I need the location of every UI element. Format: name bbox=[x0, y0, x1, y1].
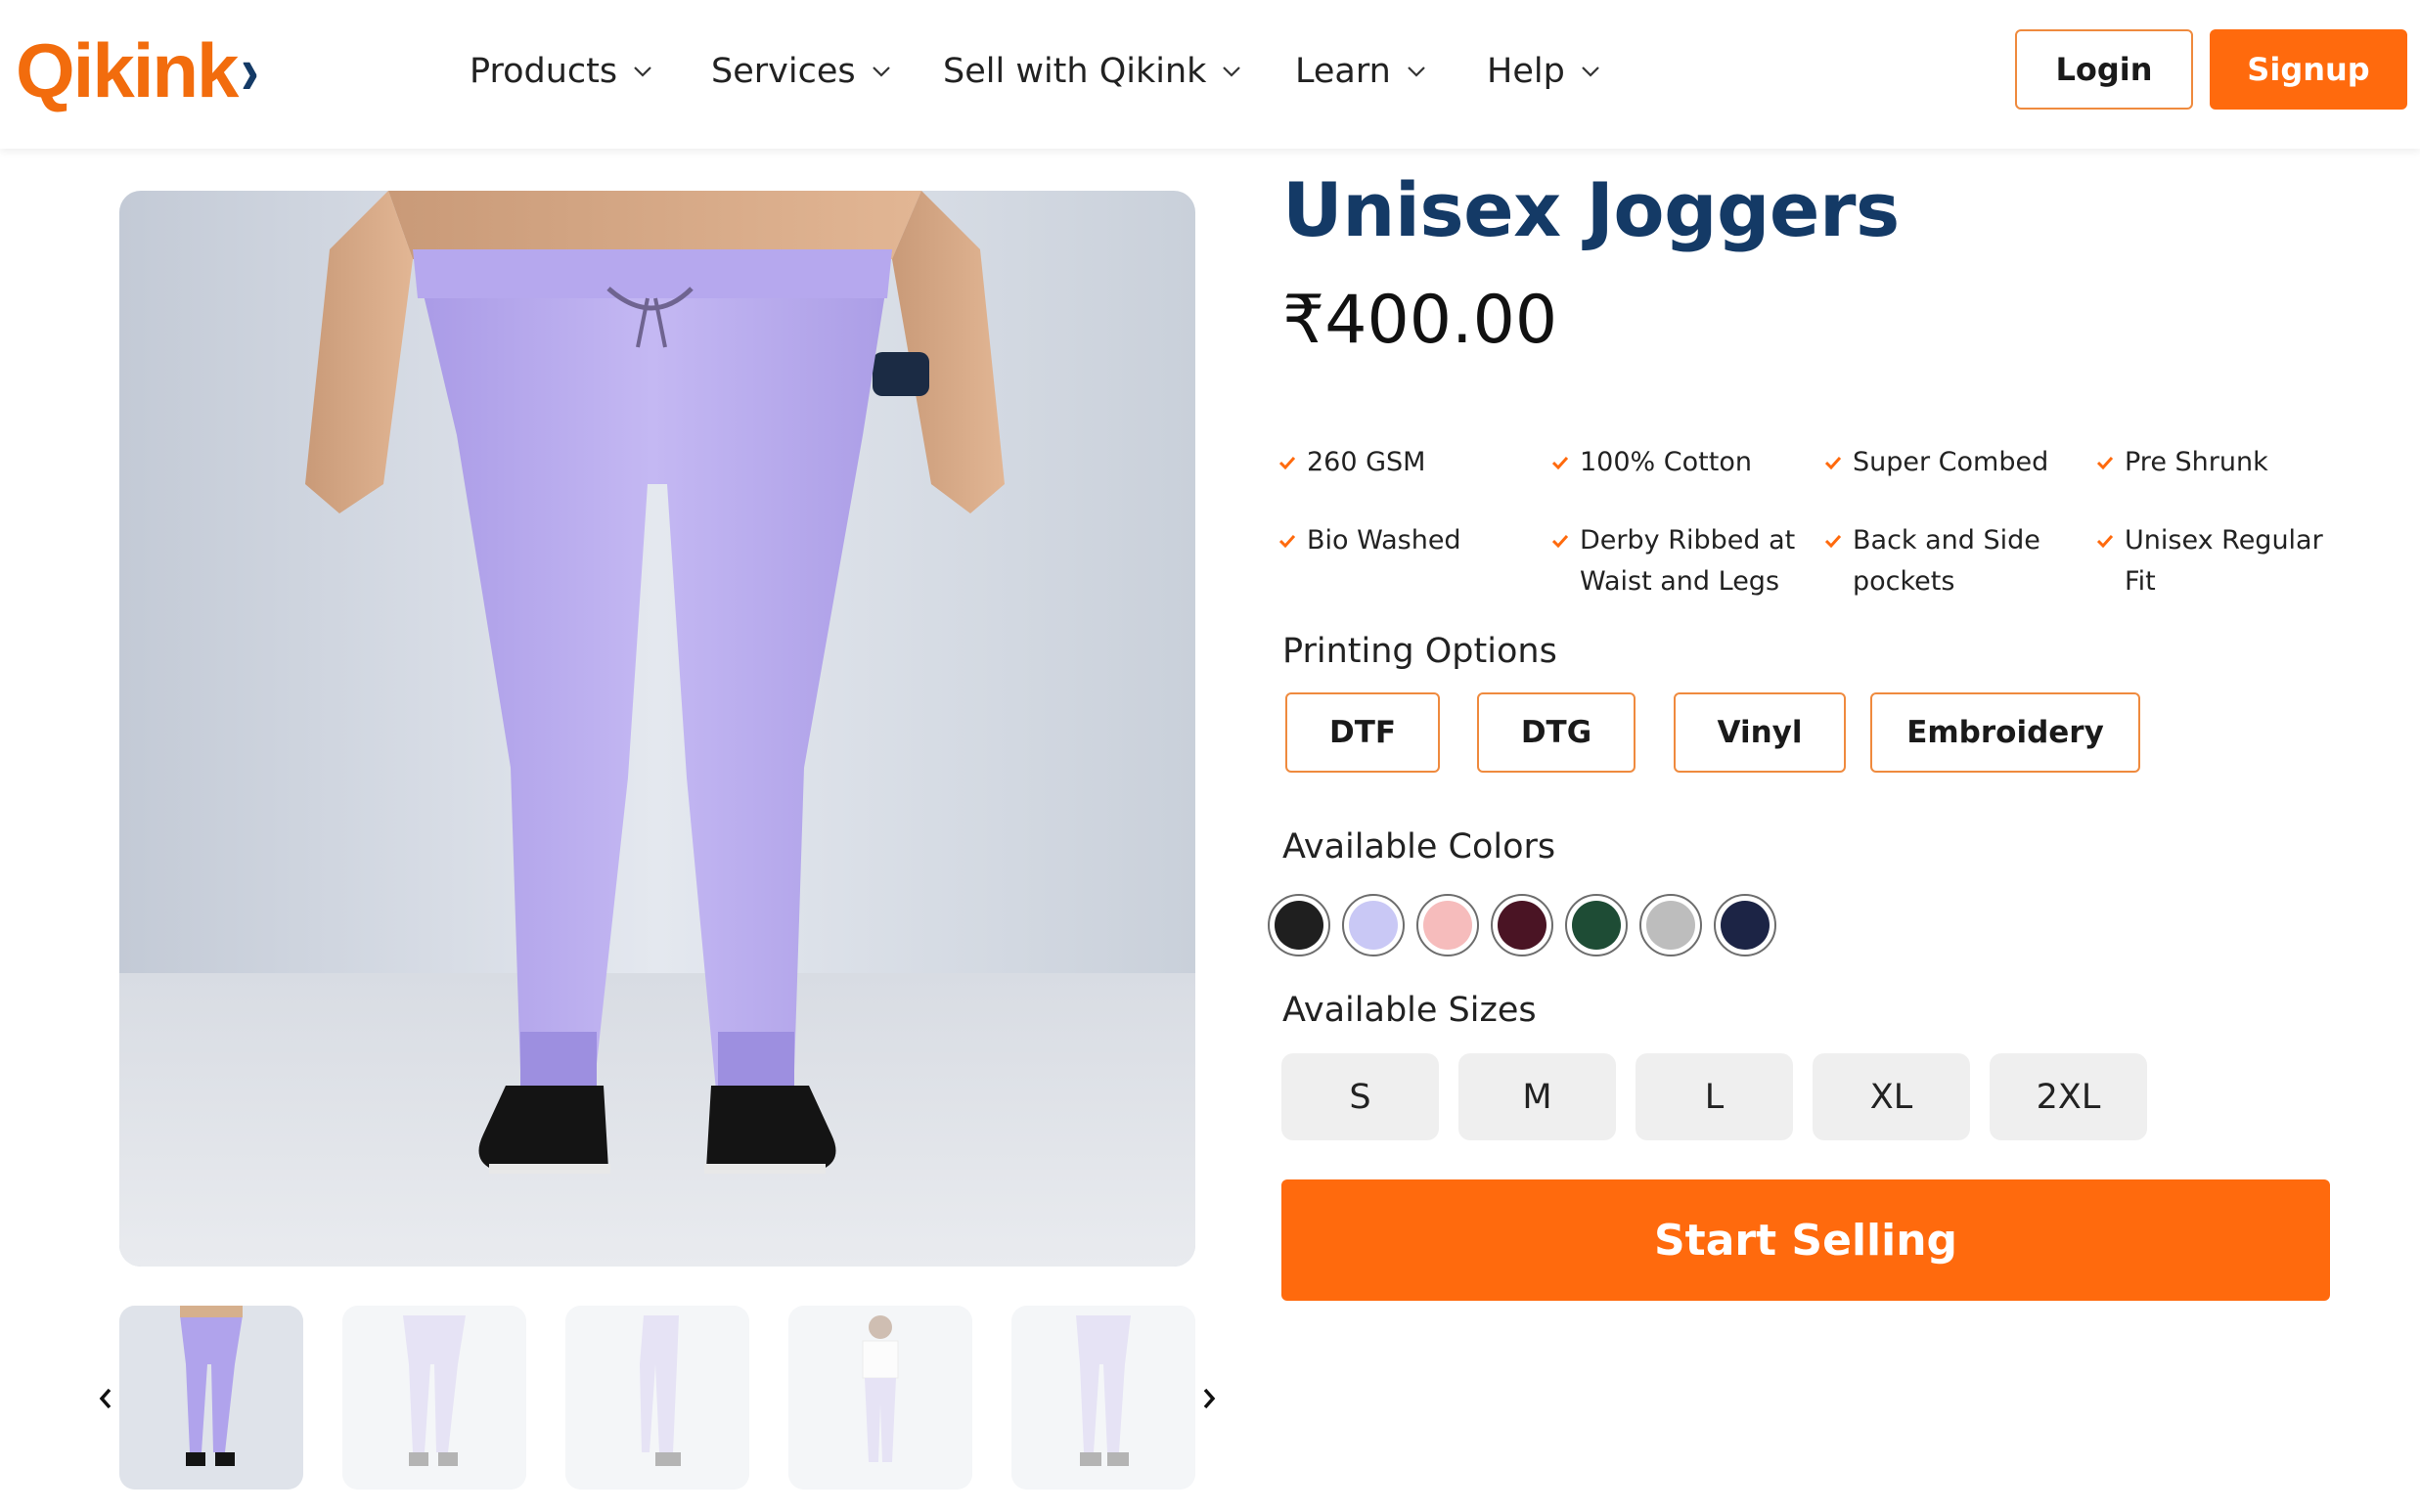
feature-text: Back and Side pockets bbox=[1853, 520, 2040, 602]
joggers-thumbnail bbox=[788, 1306, 972, 1490]
thumbnail-2[interactable] bbox=[342, 1306, 526, 1490]
feature-text: 100% Cotton bbox=[1580, 447, 1752, 477]
product-main-image[interactable] bbox=[119, 191, 1195, 1267]
feature-line: Back and Side bbox=[1853, 525, 2040, 556]
feature-item: Bio Washed bbox=[1279, 520, 1461, 561]
chevron-down-icon bbox=[872, 67, 890, 77]
printing-option-dtg[interactable]: DTG bbox=[1477, 692, 1636, 773]
feature-item: Back and Side pockets bbox=[1825, 520, 2040, 602]
color-swatch-fill bbox=[1721, 901, 1770, 950]
feature-text: 260 GSM bbox=[1307, 447, 1426, 477]
logo-text: Qikink bbox=[16, 26, 239, 113]
color-swatch-fill bbox=[1646, 901, 1695, 950]
color-swatch-fill bbox=[1423, 901, 1472, 950]
color-swatch-fill bbox=[1349, 901, 1398, 950]
nav-sell-with-qikink[interactable]: Sell with Qikink bbox=[943, 39, 1243, 104]
feature-line: Unisex Regular bbox=[2125, 525, 2323, 556]
nav-learn-label: Learn bbox=[1295, 52, 1391, 91]
color-swatch[interactable] bbox=[1714, 894, 1776, 956]
check-icon bbox=[1279, 520, 1297, 561]
thumbnail-3[interactable] bbox=[565, 1306, 749, 1490]
feature-item: Unisex Regular Fit bbox=[2097, 520, 2323, 602]
check-icon bbox=[1825, 442, 1843, 483]
nav-products[interactable]: Products bbox=[470, 39, 654, 104]
printing-option-vinyl[interactable]: Vinyl bbox=[1674, 692, 1846, 773]
signup-button[interactable]: Signup bbox=[2210, 29, 2407, 110]
product-title: Unisex Joggers bbox=[1282, 166, 1900, 253]
feature-item: Pre Shrunk bbox=[2097, 442, 2268, 483]
color-swatch[interactable] bbox=[1268, 894, 1330, 956]
feature-text: Bio Washed bbox=[1307, 525, 1461, 556]
color-swatch-fill bbox=[1498, 901, 1546, 950]
nav-learn[interactable]: Learn bbox=[1295, 39, 1428, 104]
chevron-down-icon bbox=[1408, 67, 1425, 77]
feature-line: pockets bbox=[1853, 566, 1955, 597]
chevron-down-icon bbox=[1582, 67, 1599, 77]
feature-item: 260 GSM bbox=[1279, 442, 1425, 483]
color-swatch[interactable] bbox=[1565, 894, 1628, 956]
joggers-thumbnail bbox=[1011, 1306, 1195, 1490]
nav-services-label: Services bbox=[711, 52, 856, 91]
nav-services[interactable]: Services bbox=[711, 39, 893, 104]
gallery-prev-button[interactable] bbox=[88, 1369, 123, 1428]
printing-option-embroidery[interactable]: Embroidery bbox=[1870, 692, 2140, 773]
joggers-thumbnail bbox=[565, 1306, 749, 1490]
nav-sell-label: Sell with Qikink bbox=[943, 52, 1207, 91]
start-selling-button[interactable]: Start Selling bbox=[1281, 1179, 2330, 1301]
joggers-photo bbox=[119, 191, 1195, 1267]
size-option-2xl[interactable]: 2XL bbox=[1990, 1053, 2147, 1140]
feature-text: Super Combed bbox=[1853, 447, 2049, 477]
chevron-right-icon bbox=[1203, 1388, 1216, 1409]
logo-chevron-icon: › bbox=[241, 32, 260, 109]
available-colors-label: Available Colors bbox=[1282, 827, 1556, 867]
thumbnail-4[interactable] bbox=[788, 1306, 972, 1490]
chevron-down-icon bbox=[634, 67, 651, 77]
feature-item: 100% Cotton bbox=[1552, 442, 1752, 483]
size-option-m[interactable]: M bbox=[1458, 1053, 1616, 1140]
thumbnail-5[interactable] bbox=[1011, 1306, 1195, 1490]
chevron-left-icon bbox=[99, 1388, 112, 1409]
check-icon bbox=[1825, 520, 1843, 561]
feature-line: Fit bbox=[2125, 566, 2156, 597]
feature-line: Derby Ribbed at bbox=[1580, 525, 1796, 556]
feature-text: Unisex Regular Fit bbox=[2125, 520, 2323, 602]
nav-help[interactable]: Help bbox=[1487, 39, 1602, 104]
qikink-logo[interactable]: Qikink › bbox=[16, 22, 260, 119]
login-button[interactable]: Login bbox=[2015, 29, 2193, 110]
product-price: ₹400.00 bbox=[1282, 282, 1558, 359]
feature-text: Derby Ribbed at Waist and Legs bbox=[1580, 520, 1795, 602]
available-sizes-label: Available Sizes bbox=[1282, 991, 1537, 1030]
check-icon bbox=[1279, 442, 1297, 483]
check-icon bbox=[1552, 442, 1570, 483]
check-icon bbox=[1552, 520, 1570, 561]
feature-text: Pre Shrunk bbox=[2125, 447, 2268, 477]
joggers-thumbnail bbox=[342, 1306, 526, 1490]
printing-options-label: Printing Options bbox=[1282, 632, 1557, 671]
printing-option-dtf[interactable]: DTF bbox=[1285, 692, 1440, 773]
size-option-xl[interactable]: XL bbox=[1813, 1053, 1970, 1140]
feature-item: Super Combed bbox=[1825, 442, 2048, 483]
check-icon bbox=[2097, 442, 2115, 483]
color-swatch[interactable] bbox=[1491, 894, 1553, 956]
chevron-down-icon bbox=[1223, 67, 1241, 77]
gallery-next-button[interactable] bbox=[1191, 1369, 1227, 1428]
color-swatch[interactable] bbox=[1342, 894, 1405, 956]
thumbnail-1[interactable] bbox=[119, 1306, 303, 1490]
color-swatch-fill bbox=[1572, 901, 1621, 950]
feature-item: Derby Ribbed at Waist and Legs bbox=[1552, 520, 1795, 602]
check-icon bbox=[2097, 520, 2115, 561]
color-swatch[interactable] bbox=[1416, 894, 1479, 956]
joggers-thumbnail bbox=[119, 1306, 303, 1490]
size-option-s[interactable]: S bbox=[1281, 1053, 1439, 1140]
color-swatch[interactable] bbox=[1639, 894, 1702, 956]
size-option-l[interactable]: L bbox=[1636, 1053, 1793, 1140]
feature-line: Waist and Legs bbox=[1580, 566, 1780, 597]
site-header: Qikink › Products Services Sell with Qiki… bbox=[0, 0, 2420, 149]
nav-products-label: Products bbox=[470, 52, 618, 91]
color-swatch-fill bbox=[1275, 901, 1323, 950]
nav-help-label: Help bbox=[1487, 52, 1565, 91]
